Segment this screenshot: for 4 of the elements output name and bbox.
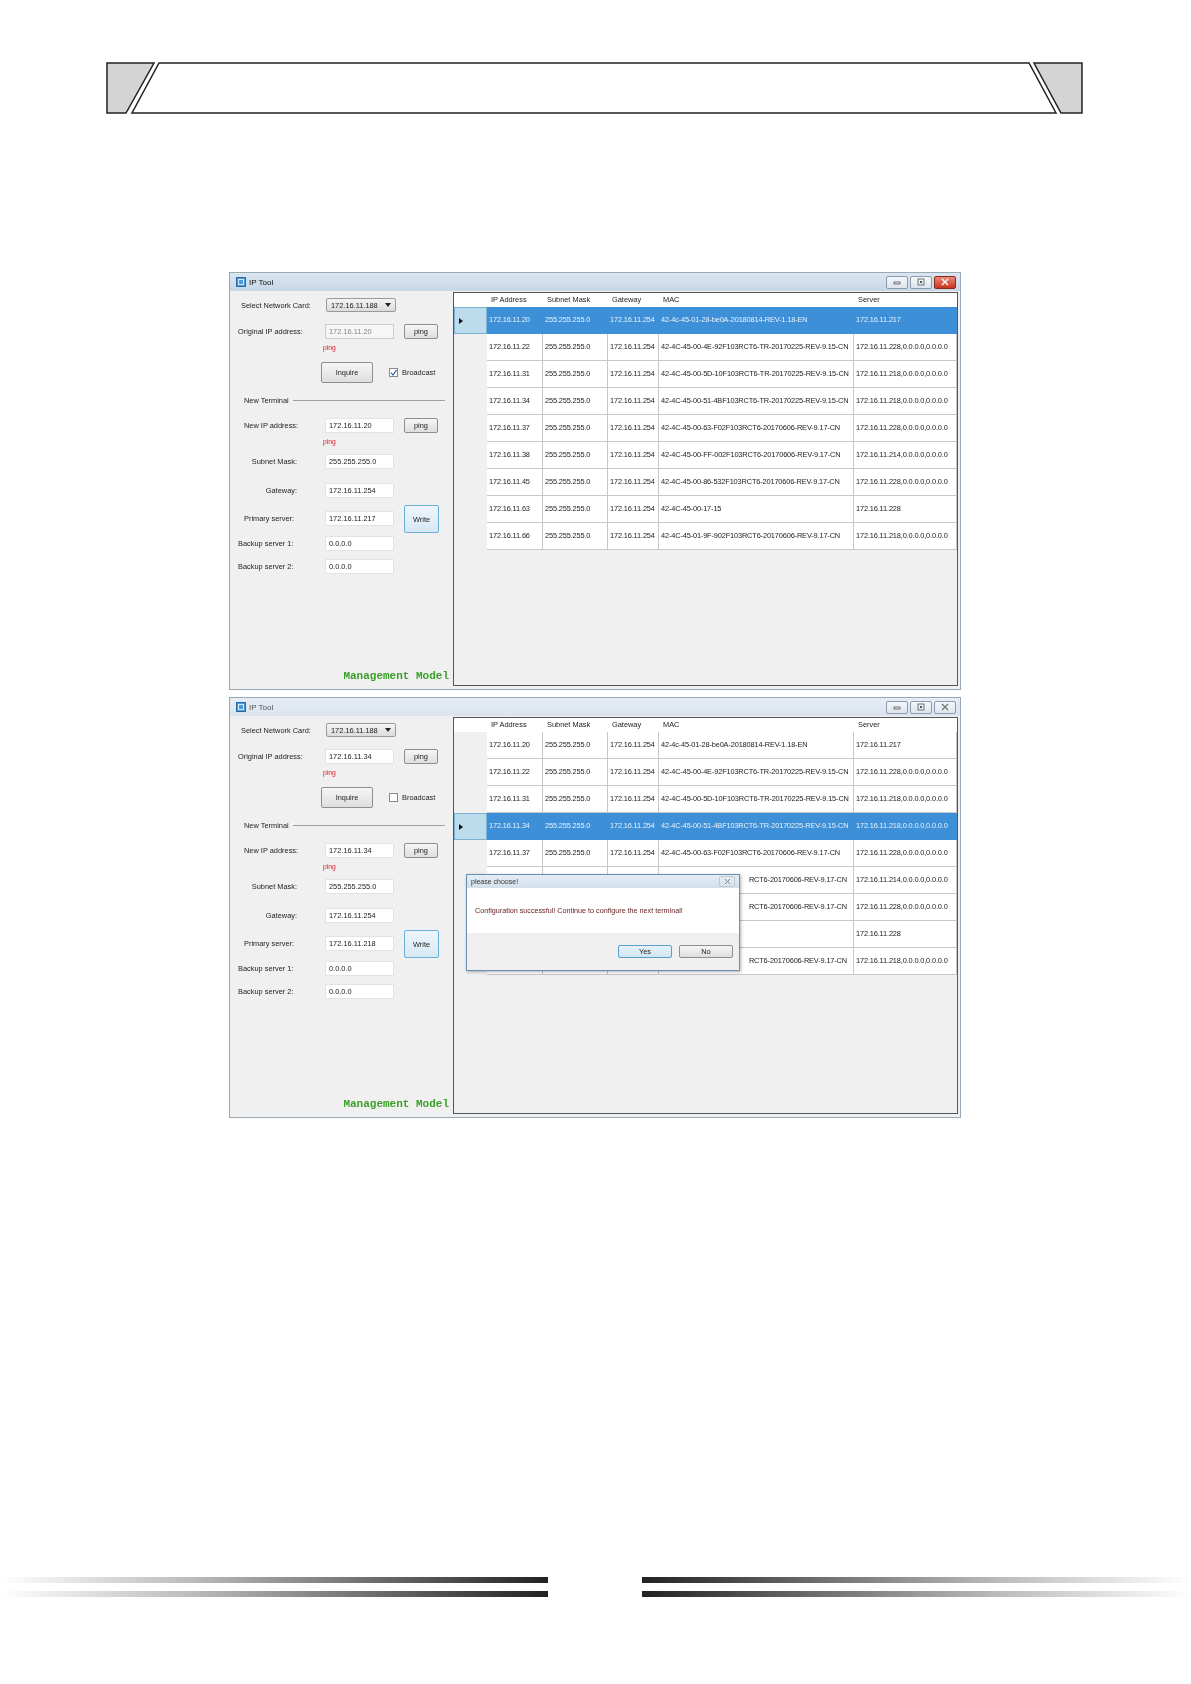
window-title: IP Tool bbox=[249, 277, 274, 287]
mode-label: Management Model bbox=[343, 1098, 449, 1110]
window-title: IP Tool bbox=[249, 702, 274, 712]
mode-label: Management Model bbox=[343, 670, 449, 682]
